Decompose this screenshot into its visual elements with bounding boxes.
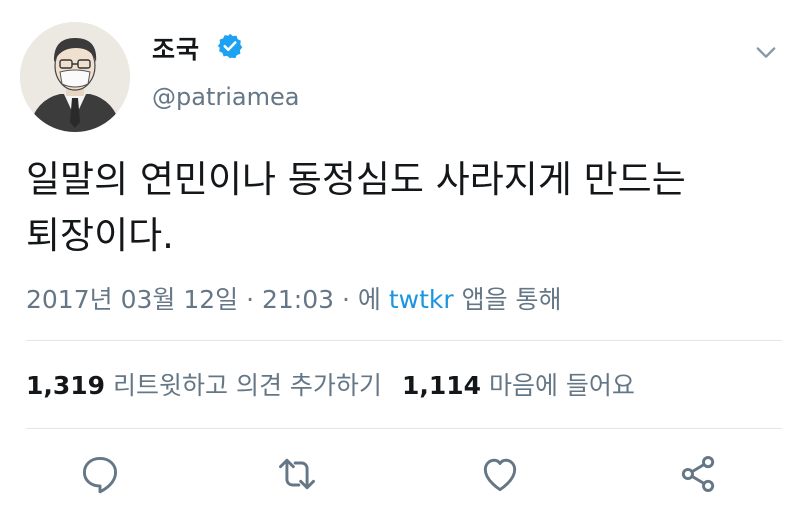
retweet-icon[interactable] — [275, 452, 319, 496]
tweet-text: 일말의 연민이나 동정심도 사라지게 만드는 퇴장이다. — [26, 152, 786, 264]
timestamp[interactable]: 2017년 03월 12일 · 21:03 · — [26, 285, 358, 314]
divider — [26, 340, 782, 341]
like-icon[interactable] — [478, 452, 522, 496]
display-name[interactable]: 조국 — [152, 30, 200, 66]
via-prefix: 에 — [357, 285, 389, 314]
user-handle[interactable]: @patriamea — [152, 83, 299, 111]
chevron-down-icon[interactable] — [752, 38, 780, 66]
retweet-label[interactable]: 리트윗하고 의견 추가하기 — [113, 371, 382, 400]
divider — [26, 428, 782, 429]
reply-icon[interactable] — [78, 452, 122, 496]
tweet-meta: 2017년 03월 12일 · 21:03 · 에 twtkr 앱을 통해 — [26, 280, 562, 316]
retweet-count[interactable]: 1,319 — [26, 371, 105, 400]
share-icon[interactable] — [676, 452, 720, 496]
via-suffix: 앱을 통해 — [453, 285, 562, 314]
engagement-stats: 1,319 리트윗하고 의견 추가하기 1,114 마음에 들어요 — [26, 366, 635, 402]
like-count[interactable]: 1,114 — [402, 371, 481, 400]
tweet-text-line: 일말의 연민이나 동정심도 사라지게 만드는 — [26, 158, 686, 201]
tweet-text-line: 퇴장이다. — [26, 214, 174, 257]
verified-badge-icon — [217, 33, 243, 59]
avatar-illustration — [20, 22, 130, 132]
avatar[interactable] — [20, 22, 130, 132]
source-app-link[interactable]: twtkr — [389, 285, 454, 314]
like-label[interactable]: 마음에 들어요 — [489, 371, 635, 400]
